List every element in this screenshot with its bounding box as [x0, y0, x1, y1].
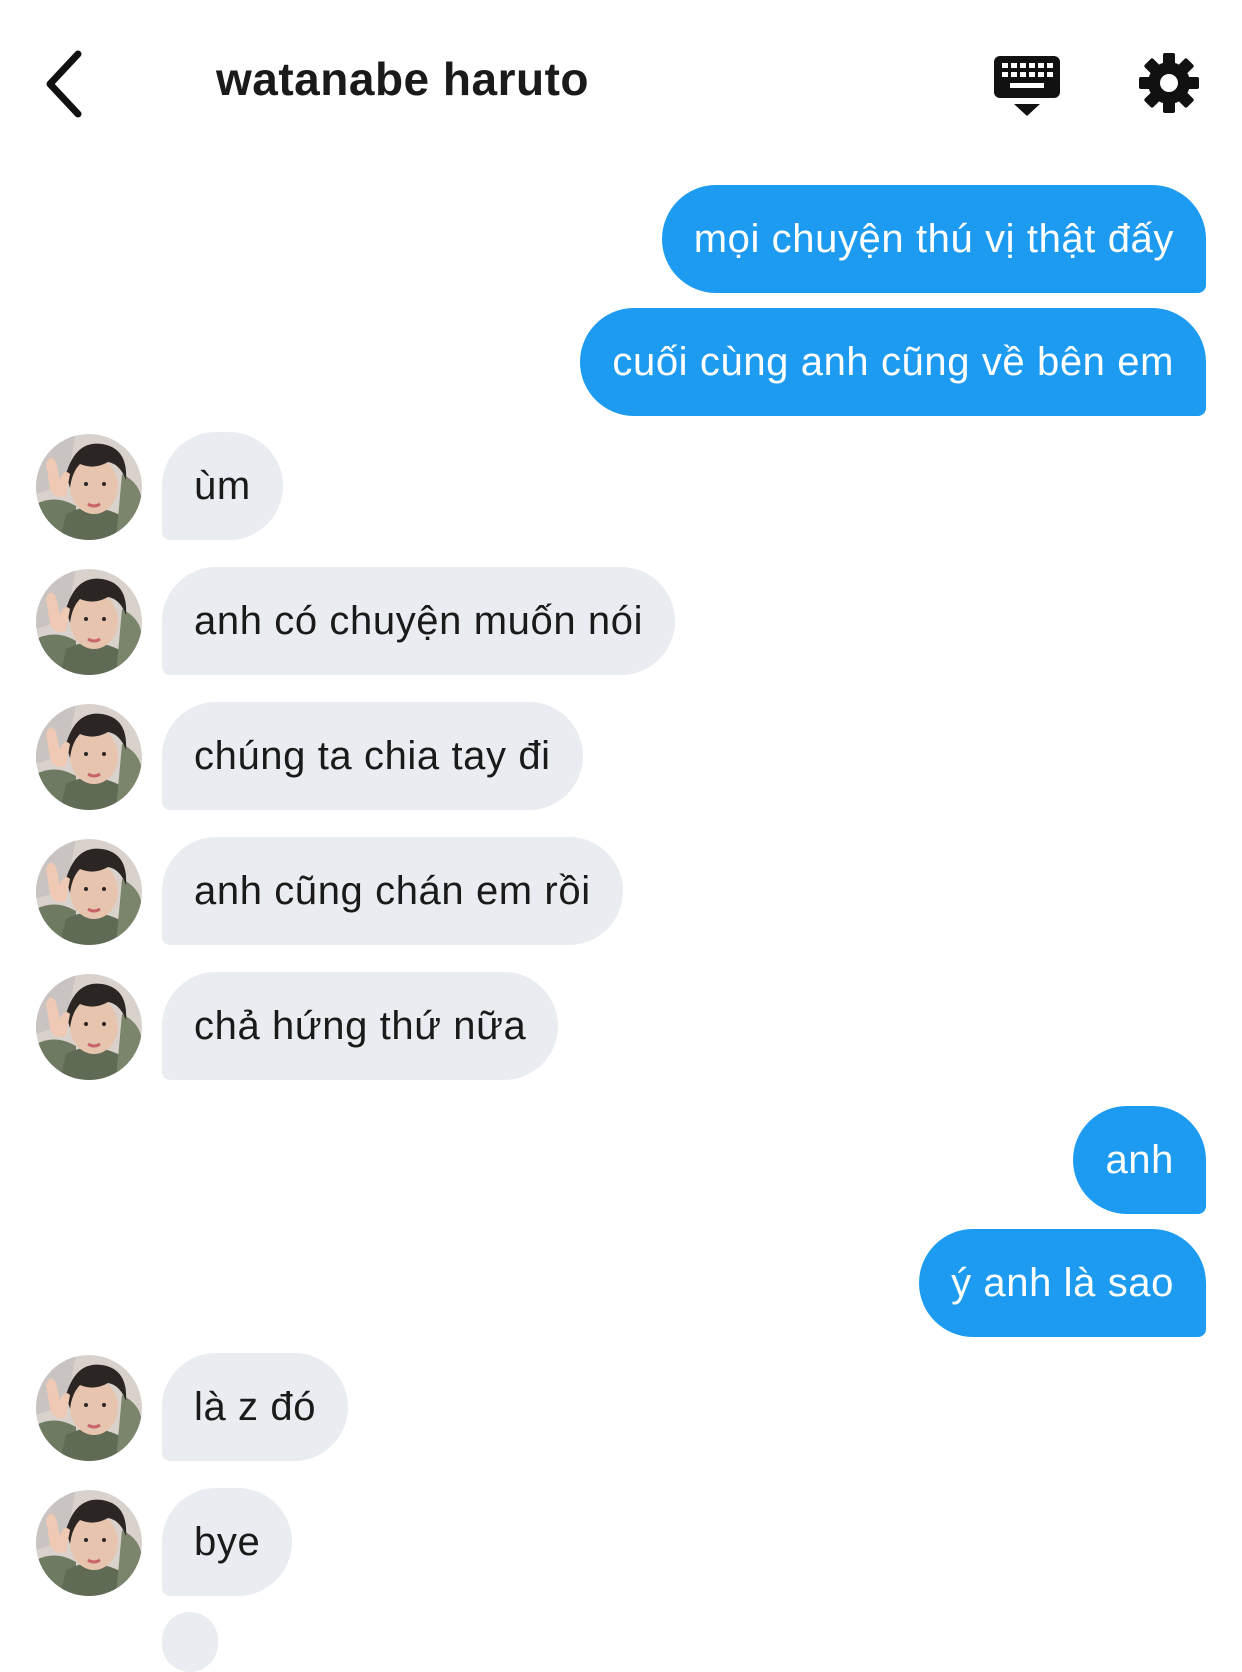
- outgoing-message[interactable]: cuối cùng anh cũng về bên em: [580, 308, 1206, 416]
- incoming-message-partial[interactable]: [162, 1612, 218, 1672]
- message-text: chúng ta chia tay đi: [194, 733, 551, 778]
- incoming-message[interactable]: anh cũng chán em rồi: [162, 837, 623, 945]
- incoming-message[interactable]: anh có chuyện muốn nói: [162, 567, 676, 675]
- avatar[interactable]: [36, 569, 142, 675]
- message-text: mọi chuyện thú vị thật đấy: [693, 216, 1174, 261]
- chevron-left-icon: [46, 50, 82, 118]
- message-text: ùm: [194, 463, 251, 508]
- conversation-title: watanabe haruto: [216, 53, 590, 105]
- incoming-message[interactable]: ùm: [162, 432, 283, 540]
- incoming-message[interactable]: là z đó: [162, 1353, 349, 1461]
- avatar[interactable]: [36, 1490, 142, 1596]
- message-text: anh: [1105, 1137, 1174, 1182]
- message-text: ý anh là sao: [951, 1260, 1174, 1305]
- message-text: chả hứng thứ nữa: [194, 1003, 527, 1048]
- message-text: bye: [194, 1519, 261, 1564]
- keyboard-icon: [994, 56, 1060, 116]
- incoming-message[interactable]: bye: [162, 1488, 293, 1596]
- settings-button[interactable]: [1138, 52, 1200, 114]
- message-text: là z đó: [194, 1384, 317, 1429]
- back-button[interactable]: [36, 44, 96, 124]
- outgoing-message[interactable]: ý anh là sao: [919, 1229, 1206, 1337]
- chat-header: watanabe haruto: [0, 0, 1242, 170]
- avatar[interactable]: [36, 839, 142, 945]
- message-text: cuối cùng anh cũng về bên em: [612, 339, 1174, 384]
- avatar[interactable]: [36, 434, 142, 540]
- incoming-message[interactable]: chả hứng thứ nữa: [162, 972, 559, 1080]
- message-text: anh cũng chán em rồi: [194, 868, 591, 913]
- outgoing-message[interactable]: anh: [1073, 1106, 1206, 1214]
- gear-icon: [1139, 53, 1199, 113]
- avatar[interactable]: [36, 974, 142, 1080]
- keyboard-button[interactable]: [992, 52, 1062, 120]
- incoming-message[interactable]: chúng ta chia tay đi: [162, 702, 583, 810]
- outgoing-message[interactable]: mọi chuyện thú vị thật đấy: [661, 185, 1206, 293]
- avatar[interactable]: [36, 1355, 142, 1461]
- message-text: anh có chuyện muốn nói: [194, 598, 644, 643]
- avatar[interactable]: [36, 704, 142, 810]
